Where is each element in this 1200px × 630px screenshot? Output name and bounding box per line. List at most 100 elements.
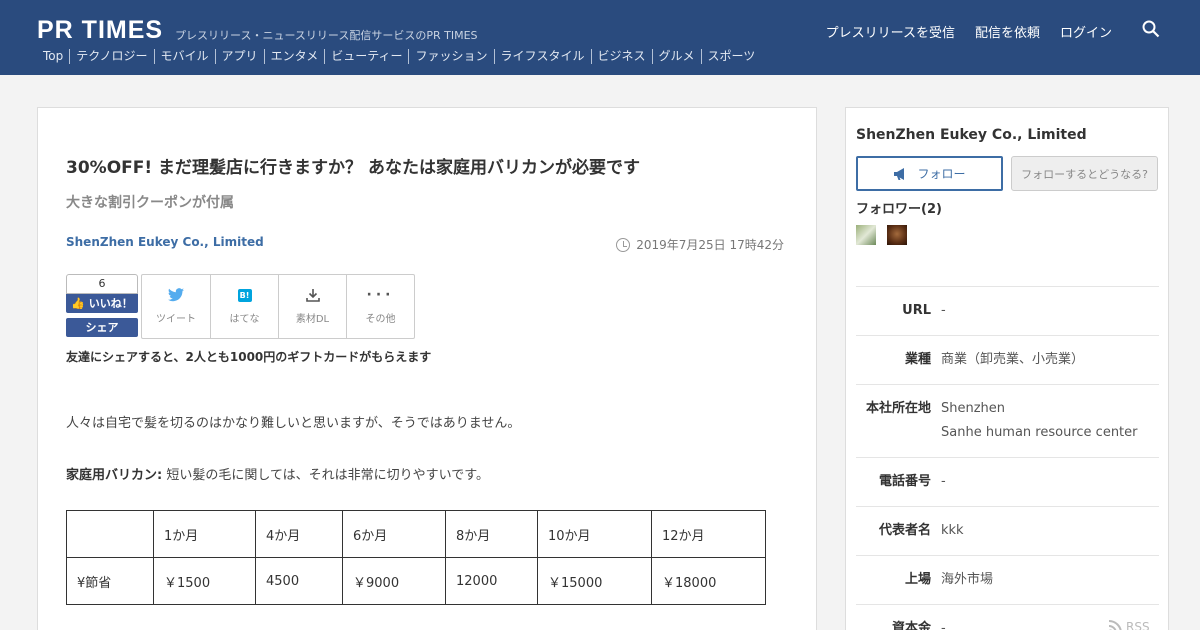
publish-date: 2019年7月25日 17時42分 — [616, 236, 784, 253]
megaphone-icon — [894, 167, 905, 180]
what-happens-follow-button[interactable]: フォローするとどうなる? — [1011, 156, 1158, 191]
article-card: 30%OFF! まだ理髪店に行きますか？ あなたは家庭用バリカンが必要です 大き… — [37, 107, 817, 630]
info-row-phone: 電話番号 - — [856, 457, 1159, 506]
table-cell: ￥15000 — [537, 557, 652, 605]
info-row-hq: 本社所在地 Shenzhen Sanhe human resource cent… — [856, 384, 1159, 457]
company-link[interactable]: ShenZhen Eukey Co., Limited — [66, 235, 264, 249]
company-sidebar: ShenZhen Eukey Co., Limited フォロー フォローすると… — [845, 107, 1169, 630]
table-cell: ￥1500 — [153, 557, 256, 605]
info-key: URL — [902, 303, 931, 318]
company-info-list: URL - 業種 商業（卸売業、小売業） 本社所在地 Shenzhen Sanh… — [856, 286, 1159, 630]
table-header-row: 1か月 4か月 6か月 8か月 10か月 12か月 — [66, 510, 766, 558]
like-label: いいね！ — [88, 297, 133, 310]
nav-receive-press[interactable]: プレスリリースを受信 — [826, 22, 955, 41]
site-tagline: プレスリリース・ニュースリリース配信サービスのPR TIMES — [175, 29, 478, 42]
clipper-heading: 家庭用バリカン: — [66, 468, 163, 483]
gift-card-promo: 友達にシェアすると、2人とも1000円のギフトカードがもらえます — [66, 350, 432, 364]
hq-line-2: Sanhe human resource center — [941, 425, 1138, 440]
table-cell: 1か月 — [153, 510, 256, 558]
more-label: その他 — [365, 314, 396, 325]
table-cell: 6か月 — [342, 510, 446, 558]
info-row-listing: 上場 海外市場 — [856, 555, 1159, 604]
download-materials-button[interactable]: 素材DL — [278, 275, 346, 338]
info-value: Shenzhen Sanhe human resource center — [941, 397, 1159, 445]
category-top[interactable]: Top — [37, 49, 69, 64]
info-key: 上場 — [904, 572, 931, 587]
info-value: 商業（卸売業、小売業） — [941, 352, 1085, 367]
category-nav: Top テクノロジー モバイル アプリ エンタメ ビューティー ファッション ラ… — [37, 49, 761, 64]
rss-icon — [1108, 620, 1122, 630]
hatena-button[interactable]: B! はてな — [210, 275, 278, 338]
table-cell — [66, 510, 154, 558]
table-row: ¥節省 ￥1500 4500 ￥9000 12000 ￥15000 ￥18000 — [66, 557, 766, 605]
download-icon — [305, 289, 320, 302]
category-apps[interactable]: アプリ — [214, 49, 264, 64]
table-cell: 8か月 — [445, 510, 538, 558]
header-nav: プレスリリースを受信 配信を依頼 ログイン — [826, 22, 1152, 41]
publish-date-text: 2019年7月25日 17時42分 — [636, 238, 784, 252]
info-value: - — [941, 303, 946, 318]
table-cell: 10か月 — [537, 510, 652, 558]
category-entertainment[interactable]: エンタメ — [263, 49, 325, 64]
hatena-bookmark-icon: B! — [237, 288, 252, 302]
search-icon[interactable] — [1142, 20, 1160, 38]
info-row-representative: 代表者名 kkk — [856, 506, 1159, 555]
category-lifestyle[interactable]: ライフスタイル — [493, 49, 591, 64]
tweet-button[interactable]: ツイート — [142, 275, 210, 338]
category-mobile[interactable]: モバイル — [153, 49, 215, 64]
category-business[interactable]: ビジネス — [590, 49, 652, 64]
body-paragraph-1: 人々は自宅で髪を切るのはかなり難しいと思いますが、そうではありません。 — [66, 416, 521, 431]
table-cell: ￥9000 — [342, 557, 446, 605]
article-title: 30%OFF! まだ理髪店に行きますか？ あなたは家庭用バリカンが必要です — [66, 158, 640, 178]
more-share-button[interactable]: ··· その他 — [346, 275, 414, 338]
category-gourmet[interactable]: グルメ — [651, 49, 701, 64]
twitter-bird-icon — [168, 288, 184, 302]
savings-table: 1か月 4か月 6か月 8か月 10か月 12か月 ¥節省 ￥1500 4500… — [66, 510, 766, 605]
article-subtitle: 大きな割引クーポンが付属 — [66, 195, 234, 211]
info-key: 電話番号 — [878, 474, 931, 489]
info-key: 資本金 — [891, 621, 931, 630]
info-row-url: URL - — [856, 286, 1159, 335]
followers-count: フォロワー(2) — [856, 202, 942, 217]
clipper-text: 短い髪の毛に関しては、それは非常に切りやすいです。 — [162, 468, 489, 483]
rss-label: RSS — [1126, 620, 1150, 630]
info-key: 本社所在地 — [865, 401, 931, 416]
category-beauty[interactable]: ビューティー — [324, 49, 408, 64]
follow-button[interactable]: フォロー — [856, 156, 1003, 191]
nav-request-distribution[interactable]: 配信を依頼 — [975, 22, 1040, 41]
table-cell: 4500 — [255, 557, 343, 605]
facebook-share-button[interactable]: シェア — [66, 318, 138, 337]
body-paragraph-2: 家庭用バリカン: 短い髪の毛に関しては、それは非常に切りやすいです。 — [66, 464, 489, 483]
info-value: - — [941, 474, 946, 489]
table-cell: 12か月 — [651, 510, 766, 558]
follow-label: フォロー — [917, 167, 966, 181]
like-count: 6 — [66, 274, 138, 294]
hatena-label: はてな — [229, 313, 260, 325]
table-cell: 12000 — [445, 557, 538, 605]
tweet-label: ツイート — [156, 314, 196, 325]
share-buttons: ツイート B! はてな 素材DL ··· その他 — [141, 274, 415, 339]
follower-avatar[interactable] — [887, 225, 907, 245]
rss-link[interactable]: RSS — [1108, 620, 1150, 630]
category-technology[interactable]: テクノロジー — [69, 49, 153, 64]
info-key: 業種 — [904, 352, 931, 367]
table-cell: ¥節省 — [66, 557, 154, 605]
info-row-industry: 業種 商業（卸売業、小売業） — [856, 335, 1159, 384]
like-box: 6 👍 いいね！ シェア — [66, 274, 138, 338]
site-logo[interactable]: PR TIMES — [37, 16, 163, 45]
info-value: 海外市場 — [941, 572, 994, 587]
download-label: 素材DL — [295, 314, 330, 325]
follower-avatar[interactable] — [856, 225, 876, 245]
like-button[interactable]: 👍 いいね！ — [66, 294, 138, 313]
thumbs-up-icon: 👍 — [71, 297, 85, 310]
nav-login[interactable]: ログイン — [1060, 22, 1112, 41]
category-sports[interactable]: スポーツ — [700, 49, 762, 64]
sidebar-company-name[interactable]: ShenZhen Eukey Co., Limited — [856, 127, 1087, 143]
category-fashion[interactable]: ファッション — [408, 49, 493, 64]
more-dots-icon: ··· — [366, 287, 395, 303]
info-value: kkk — [941, 523, 964, 538]
table-cell: 4か月 — [255, 510, 343, 558]
hq-line-1: Shenzhen — [941, 401, 1006, 416]
clock-icon — [616, 237, 631, 252]
site-header: PR TIMES プレスリリース・ニュースリリース配信サービスのPR TIMES… — [0, 0, 1200, 75]
